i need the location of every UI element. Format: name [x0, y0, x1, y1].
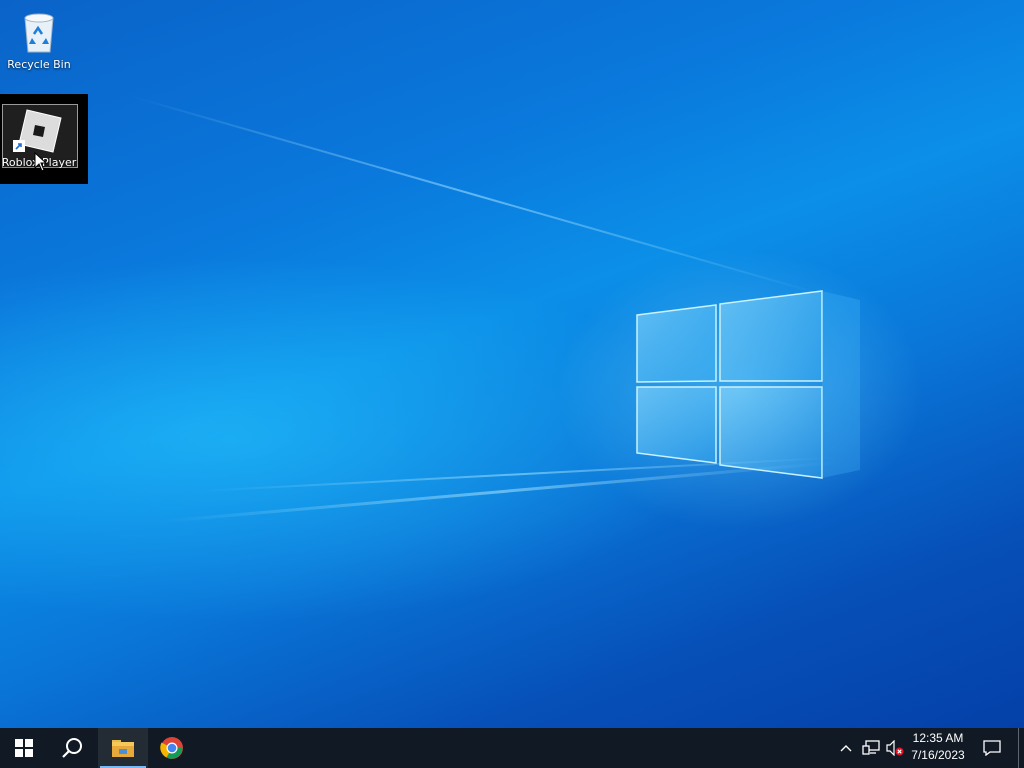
desktop-background[interactable]: Recycle Bin Roblox Player — [0, 0, 1024, 728]
volume-button[interactable] — [884, 728, 906, 768]
search-icon — [62, 738, 82, 758]
taskbar-file-explorer[interactable] — [98, 728, 148, 768]
action-center-icon — [983, 740, 1001, 756]
wallpaper-windows-logo — [636, 290, 860, 479]
chrome-icon — [160, 737, 183, 759]
show-desktop-button[interactable] — [1018, 728, 1024, 768]
search-button[interactable] — [48, 728, 96, 768]
recycle-bin-label: Recycle Bin — [7, 58, 71, 71]
action-center-button[interactable] — [978, 728, 1006, 768]
volume-muted-icon — [886, 740, 904, 756]
show-hidden-icons-button[interactable] — [836, 728, 856, 768]
recycle-bin-shortcut[interactable]: Recycle Bin — [1, 4, 77, 72]
roblox-player-icon — [13, 106, 63, 154]
network-icon — [862, 740, 880, 755]
start-button[interactable] — [0, 728, 48, 768]
file-explorer-icon — [112, 740, 134, 757]
clock-date: 7/16/2023 — [911, 748, 965, 762]
show-hidden-icons-chevron-icon — [840, 745, 852, 752]
windows-start-icon — [15, 739, 33, 757]
taskbar: 12:35 AM 7/16/2023 — [0, 728, 1024, 768]
shortcut-arrow-icon — [13, 140, 25, 152]
taskbar-chrome[interactable] — [148, 728, 196, 768]
network-button[interactable] — [860, 728, 882, 768]
clock-time: 12:35 AM — [912, 731, 964, 745]
clock[interactable]: 12:35 AM 7/16/2023 — [904, 730, 972, 766]
recycle-bin-icon — [15, 8, 63, 56]
mouse-cursor-icon — [34, 152, 48, 172]
